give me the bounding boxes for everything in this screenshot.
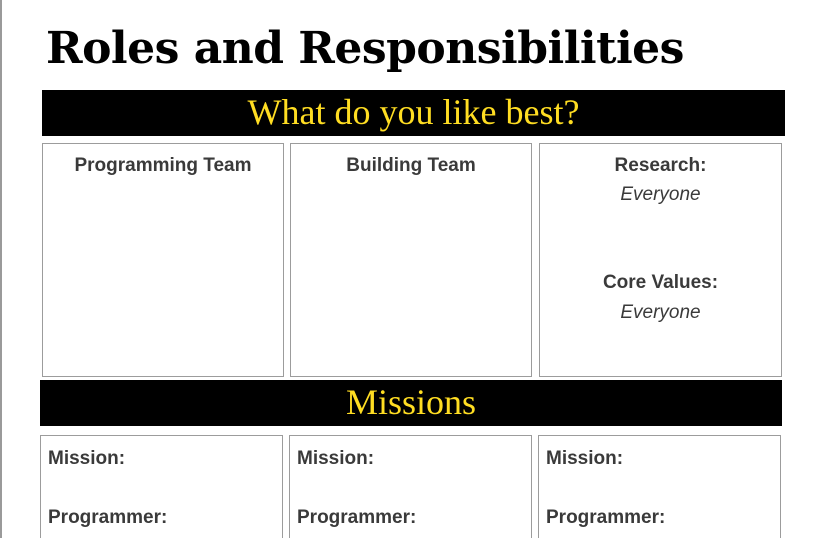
mission-label: Mission: <box>546 448 624 469</box>
programmer-label: Programmer: <box>546 507 666 528</box>
building-team-box: Building Team <box>290 143 532 377</box>
mission-card: Mission: Programmer: <box>538 435 781 538</box>
mission-card: Mission: Programmer: <box>40 435 283 538</box>
research-label: Research: <box>614 155 707 176</box>
core-values-value: Everyone <box>620 302 701 323</box>
building-team-label: Building Team <box>346 155 476 176</box>
mission-label: Mission: <box>48 448 126 469</box>
research-value: Everyone <box>620 184 701 205</box>
page-left-border <box>0 0 2 538</box>
page-title: Roles and Responsibilities <box>46 23 684 74</box>
mission-label: Mission: <box>297 448 375 469</box>
preferences-banner: What do you like best? <box>42 90 785 136</box>
missions-banner: Missions <box>40 380 782 426</box>
programmer-label: Programmer: <box>48 507 168 528</box>
programming-team-box: Programming Team <box>42 143 284 377</box>
programming-team-label: Programming Team <box>74 155 252 176</box>
programmer-label: Programmer: <box>297 507 417 528</box>
core-values-label: Core Values: <box>602 272 719 293</box>
research-core-values-box: Research: Everyone Core Values: Everyone <box>539 143 782 377</box>
mission-card: Mission: Programmer: <box>289 435 532 538</box>
